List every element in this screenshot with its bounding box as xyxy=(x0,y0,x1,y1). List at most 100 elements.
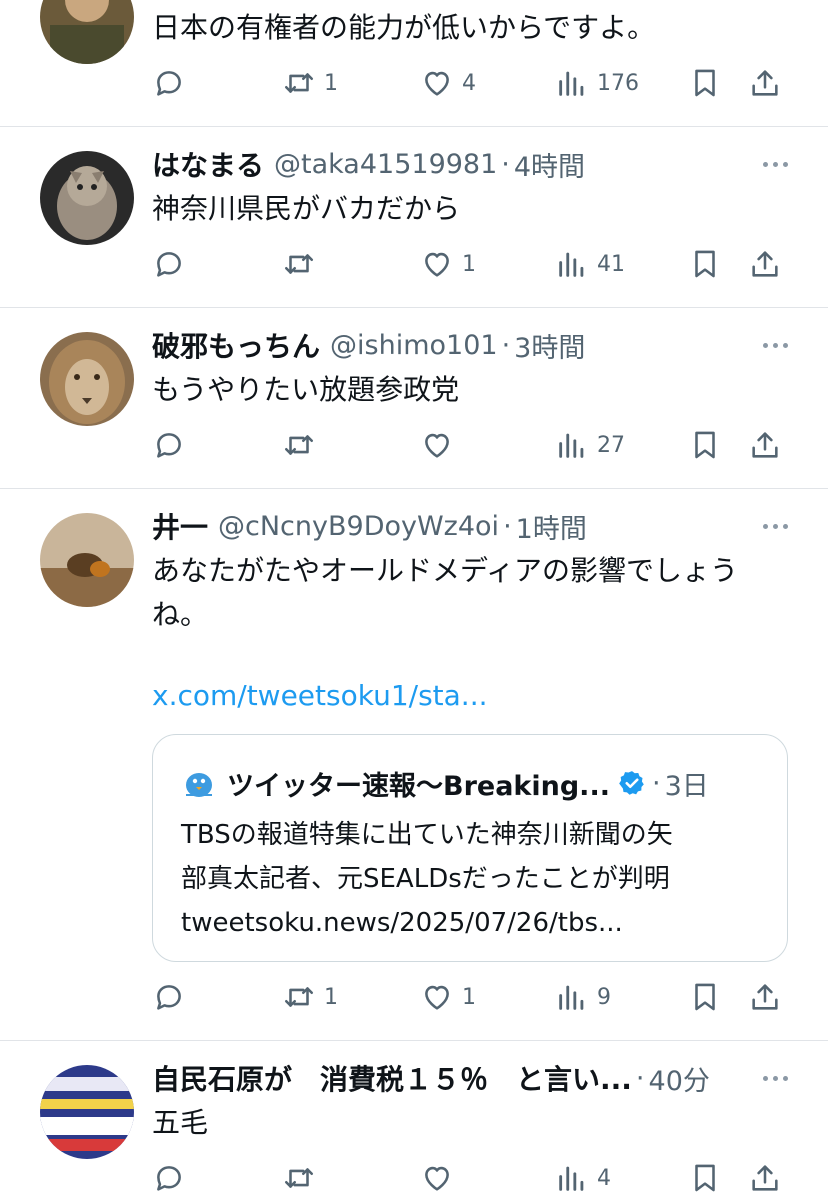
bookmark-button[interactable] xyxy=(688,975,722,1019)
heart-icon xyxy=(425,71,449,96)
bookmark-button[interactable] xyxy=(688,1156,722,1200)
views-icon xyxy=(559,985,584,1010)
avatar[interactable] xyxy=(40,332,134,426)
share-button[interactable] xyxy=(748,1156,782,1200)
retweet-count: 1 xyxy=(324,70,338,96)
user-handle[interactable]: @taka41519981 xyxy=(274,149,497,180)
views-icon xyxy=(559,71,584,96)
display-name[interactable]: 自民石原が 消費税１５％ と言い... xyxy=(152,1058,632,1098)
more-icon[interactable] xyxy=(763,506,788,546)
share-button[interactable] xyxy=(748,423,782,467)
reply-button[interactable] xyxy=(152,242,186,286)
retweet-button[interactable] xyxy=(282,1156,316,1200)
like-count: 1 xyxy=(462,251,476,277)
tweet-item[interactable]: 自民石原が 消費税１５％ と言い... · 40分 五毛 4 xyxy=(0,1041,828,1204)
tweet-item[interactable]: 破邪もっちん @ishimo101 · 3時間 もうやりたい放題参政党 27 xyxy=(0,308,828,489)
views-count: 41 xyxy=(597,251,625,277)
quoted-timestamp[interactable]: 3日 xyxy=(665,764,709,803)
like-button[interactable] xyxy=(420,423,454,467)
timestamp[interactable]: 4時間 xyxy=(514,145,585,184)
more-icon[interactable] xyxy=(763,1058,788,1098)
timestamp[interactable]: 1時間 xyxy=(516,507,587,546)
views-icon xyxy=(559,433,584,458)
views-button[interactable]: 4 xyxy=(555,1156,611,1200)
views-button[interactable]: 176 xyxy=(555,61,639,105)
quoted-tweet[interactable]: ツイッター速報〜Breaking... · 3日 TBSの報道特集に出ていた神奈… xyxy=(152,734,788,962)
views-button[interactable]: 41 xyxy=(555,242,625,286)
tweet-text: 日本の有権者の能力が低いからですよ。 xyxy=(152,11,656,44)
quoted-display-name[interactable]: ツイッター速報〜Breaking... xyxy=(227,764,610,803)
display-name[interactable]: はなまる xyxy=(152,144,264,184)
tweet-item[interactable]: 日本の有権者の能力が低いからですよ。 1 4 176 xyxy=(0,0,828,127)
tweet-text-line-2: ね。 xyxy=(152,598,209,631)
separator-dot: · xyxy=(651,767,661,799)
user-handle[interactable]: @cNcnyB9DoyWz4oi xyxy=(218,511,499,542)
share-button[interactable] xyxy=(748,61,782,105)
reply-icon xyxy=(157,433,181,458)
display-name[interactable]: 井一 xyxy=(152,506,208,546)
views-icon xyxy=(559,1166,584,1191)
separator-dot: · xyxy=(501,148,510,180)
bookmark-button[interactable] xyxy=(688,242,722,286)
avatar[interactable] xyxy=(40,1065,134,1159)
retweet-icon xyxy=(284,73,314,93)
more-icon[interactable] xyxy=(763,325,788,365)
avatar[interactable] xyxy=(40,0,134,64)
tweet-header: はなまる @taka41519981 · 4時間 xyxy=(152,144,788,184)
tweet-text: もうやりたい放題参政党 xyxy=(152,373,460,406)
avatar[interactable] xyxy=(40,151,134,245)
like-button[interactable]: 4 xyxy=(420,61,476,105)
retweet-button[interactable] xyxy=(282,423,316,467)
share-icon xyxy=(752,1165,778,1191)
share-icon xyxy=(752,984,778,1010)
tweet-actions: 1 1 9 xyxy=(152,975,788,1019)
like-button[interactable]: 1 xyxy=(420,242,476,286)
like-button[interactable] xyxy=(420,1156,454,1200)
separator-dot: · xyxy=(501,329,511,361)
tweet-item[interactable]: 井一 @cNcnyB9DoyWz4oi · 1時間 あなたがたやオールドメディア… xyxy=(0,489,828,1041)
quoted-tweet-text: TBSの報道特集に出ていた神奈川新聞の矢 部真太記者、元SEALDsだったことが… xyxy=(181,813,767,945)
views-button[interactable]: 27 xyxy=(555,423,625,467)
quoted-text-line-1: TBSの報道特集に出ていた神奈川新聞の矢 xyxy=(181,820,673,850)
timestamp[interactable]: 40分 xyxy=(649,1059,710,1098)
separator-dot: · xyxy=(503,510,512,542)
display-name[interactable]: 破邪もっちん xyxy=(152,325,320,365)
tweet-actions: 1 4 176 xyxy=(152,61,788,105)
tweet-item[interactable]: はなまる @taka41519981 · 4時間 神奈川県民がバカだから 1 4… xyxy=(0,127,828,308)
retweet-icon xyxy=(284,435,314,455)
reply-button[interactable] xyxy=(152,423,186,467)
reply-icon xyxy=(157,252,181,277)
share-button[interactable] xyxy=(748,975,782,1019)
quoted-text-line-3: tweetsoku.news/2025/07/26/tbs... xyxy=(181,908,623,938)
reply-icon xyxy=(157,71,181,96)
tweet-actions: 27 xyxy=(152,423,788,467)
share-button[interactable] xyxy=(748,242,782,286)
retweet-button[interactable]: 1 xyxy=(282,975,338,1019)
timestamp[interactable]: 3時間 xyxy=(514,326,585,365)
like-count: 4 xyxy=(462,70,476,96)
bookmark-button[interactable] xyxy=(688,423,722,467)
views-count: 176 xyxy=(597,70,639,96)
share-icon xyxy=(752,251,778,277)
like-button[interactable]: 1 xyxy=(420,975,476,1019)
retweet-icon xyxy=(284,254,314,274)
bird-avatar-icon xyxy=(186,773,212,797)
heart-icon xyxy=(425,985,449,1010)
bookmark-button[interactable] xyxy=(688,61,722,105)
tweet-header: 自民石原が 消費税１５％ と言い... · 40分 xyxy=(152,1058,788,1098)
tweet-header: 井一 @cNcnyB9DoyWz4oi · 1時間 xyxy=(152,506,788,546)
avatar[interactable] xyxy=(40,513,134,607)
user-handle[interactable]: @ishimo101 xyxy=(330,330,498,361)
tweet-link[interactable]: x.com/tweetsoku1/sta... xyxy=(152,679,488,712)
reply-button[interactable] xyxy=(152,975,186,1019)
heart-icon xyxy=(425,1166,449,1191)
verified-badge-icon xyxy=(619,771,644,795)
retweet-button[interactable]: 1 xyxy=(282,61,338,105)
retweet-button[interactable] xyxy=(282,242,316,286)
reply-button[interactable] xyxy=(152,1156,186,1200)
reply-button[interactable] xyxy=(152,61,186,105)
views-button[interactable]: 9 xyxy=(555,975,611,1019)
more-icon[interactable] xyxy=(763,144,788,184)
bookmark-icon xyxy=(695,250,715,278)
bookmark-icon xyxy=(695,69,715,97)
